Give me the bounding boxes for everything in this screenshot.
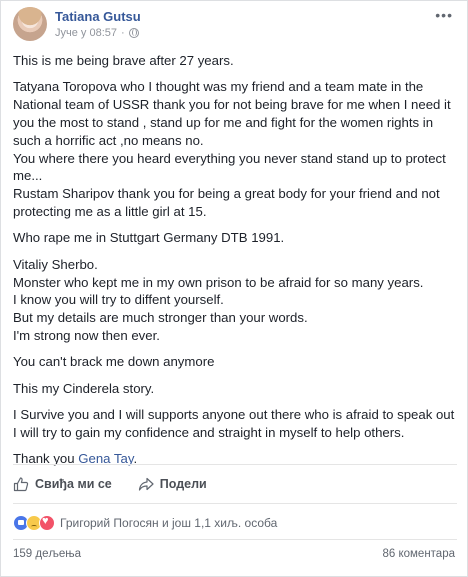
- divider: [13, 503, 457, 504]
- paragraph: This my Cinderela story.: [13, 380, 155, 396]
- reactions-summary[interactable]: Григорий Погосян и још 1,1 хиљ. особа: [13, 514, 277, 532]
- paragraph: Tatyana Toropova who I thought was my fr…: [13, 79, 451, 219]
- more-options-icon[interactable]: •••: [435, 8, 453, 22]
- separator-dot: ·: [121, 27, 125, 39]
- comments-count[interactable]: 86 коментара: [382, 548, 455, 560]
- facebook-post: Tatiana Gutsu Јуче у 08:57 · ••• This is…: [0, 0, 468, 577]
- post-content: This is me being brave after 27 years. T…: [13, 52, 459, 477]
- post-meta: Јуче у 08:57 ·: [55, 27, 139, 39]
- paragraph: This is me being brave after 27 years.: [13, 53, 234, 68]
- paragraph: You can't brack me down anymore: [13, 354, 215, 370]
- paragraph: Who rape me in Stuttgart Germany DTB 199…: [13, 230, 285, 246]
- share-arrow-icon: [138, 477, 154, 491]
- globe-icon[interactable]: [128, 28, 139, 38]
- divider: [13, 539, 457, 540]
- shares-count[interactable]: 159 дељења: [13, 548, 81, 560]
- action-bar: Свиђа ми се Подели: [13, 473, 207, 495]
- like-label: Свиђа ми се: [35, 477, 112, 491]
- paragraph: Vitaliy Sherbo. Monster who kept me in m…: [13, 256, 424, 343]
- share-button[interactable]: Подели: [138, 476, 207, 492]
- divider: [13, 464, 457, 465]
- thanks-line: Thank you Gena Tay.: [13, 450, 459, 468]
- author-name[interactable]: Tatiana Gutsu: [55, 9, 141, 24]
- post-header: Tatiana Gutsu Јуче у 08:57 · •••: [1, 1, 467, 49]
- love-reaction-icon: [39, 515, 55, 531]
- reaction-names[interactable]: Григорий Погосян и још 1,1 хиљ. особа: [60, 516, 277, 530]
- avatar[interactable]: [13, 7, 47, 41]
- paragraph: I Survive you and I will supports anyone…: [13, 407, 455, 440]
- like-button[interactable]: Свиђа ми се: [13, 476, 112, 492]
- share-label: Подели: [159, 477, 207, 491]
- timestamp[interactable]: Јуче у 08:57: [55, 27, 117, 39]
- thumbs-up-icon: [13, 477, 29, 492]
- post-stats: 159 дељења 86 коментара: [13, 548, 455, 560]
